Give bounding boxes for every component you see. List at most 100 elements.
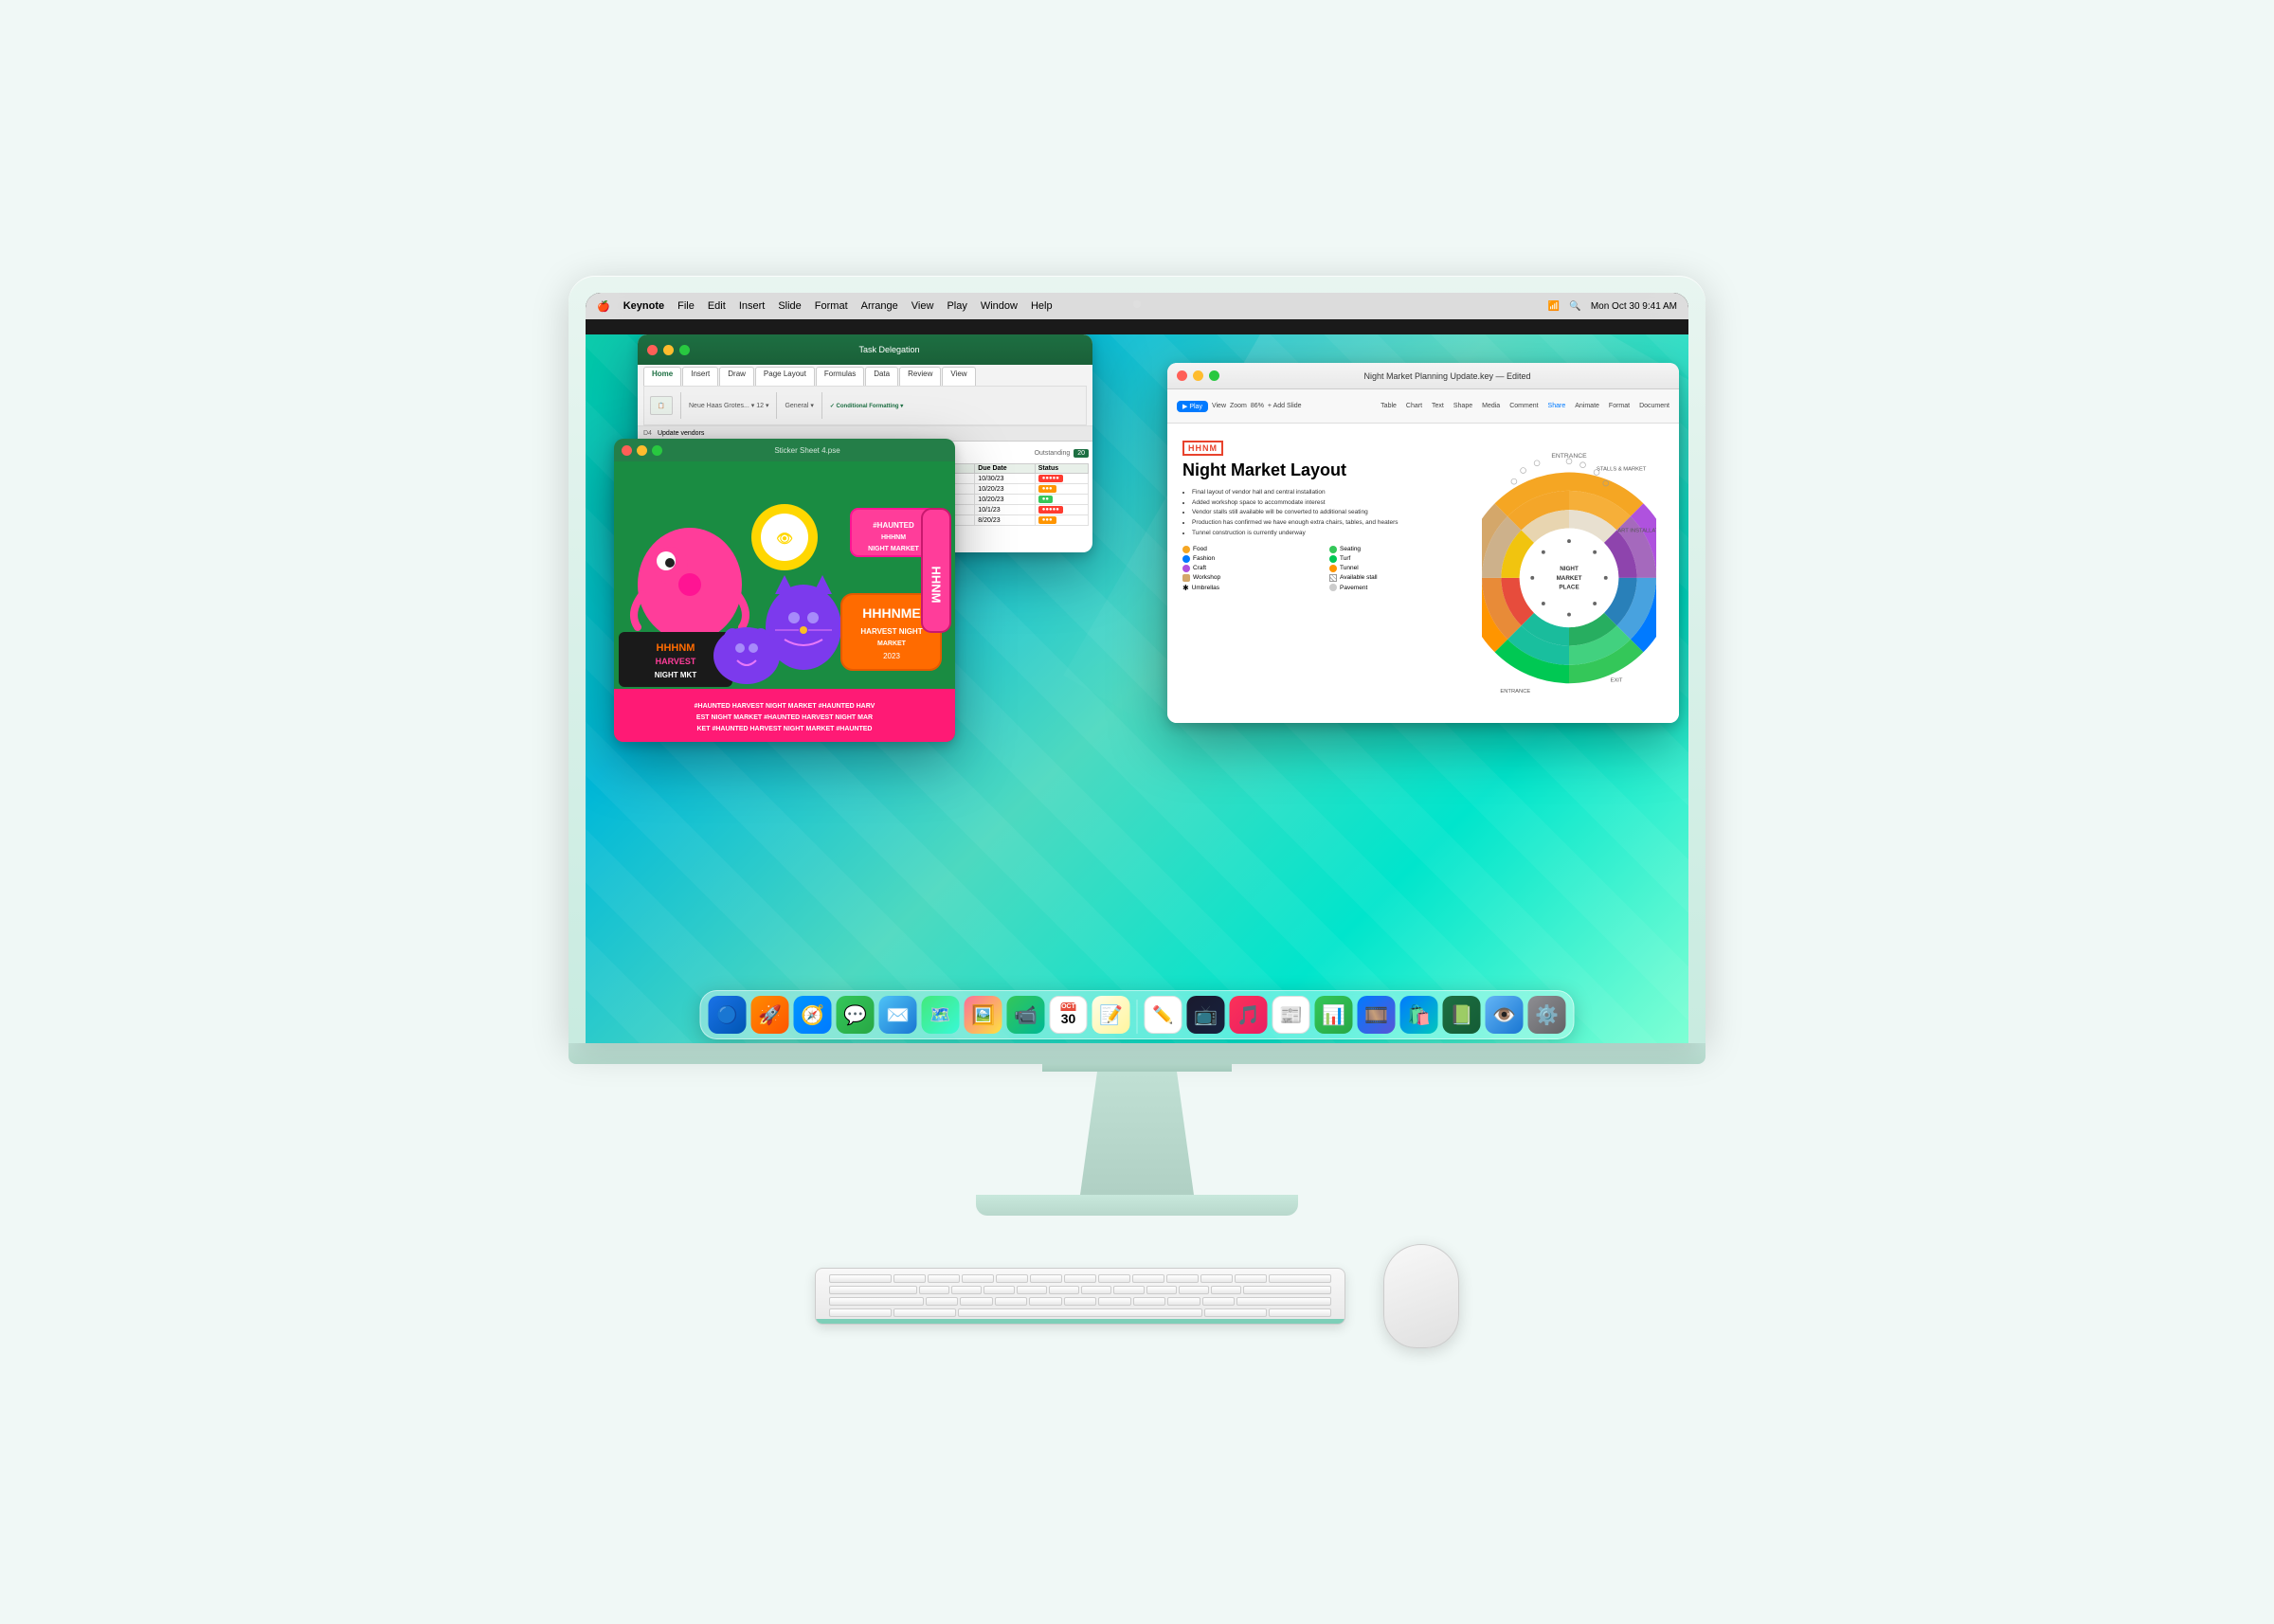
shape-tool[interactable]: Shape xyxy=(1453,403,1472,409)
keyboard[interactable] xyxy=(815,1268,1345,1325)
dock-preview[interactable]: 👁️ xyxy=(1486,996,1524,1034)
dock-calendar[interactable]: OCT 30 xyxy=(1050,996,1088,1034)
key[interactable] xyxy=(1167,1297,1200,1306)
close-button[interactable] xyxy=(1177,370,1187,381)
keynote-window[interactable]: Night Market Planning Update.key — Edite… xyxy=(1167,363,1679,723)
dock-safari[interactable]: 🧭 xyxy=(794,996,832,1034)
key[interactable] xyxy=(1098,1274,1130,1283)
key[interactable] xyxy=(1166,1274,1199,1283)
key[interactable] xyxy=(1098,1297,1131,1306)
apple-menu[interactable]: 🍎 xyxy=(597,300,610,313)
key[interactable] xyxy=(962,1274,994,1283)
spacebar[interactable] xyxy=(958,1308,1202,1317)
key[interactable] xyxy=(829,1297,924,1306)
excel-tab-view[interactable]: View xyxy=(942,367,975,386)
dock-freeform[interactable]: ✏️ xyxy=(1145,996,1182,1034)
search-icon[interactable]: 🔍 xyxy=(1569,301,1580,312)
key[interactable] xyxy=(1243,1286,1331,1294)
key[interactable] xyxy=(1200,1274,1233,1283)
key[interactable] xyxy=(1204,1308,1267,1317)
add-slide-button[interactable]: + Add Slide xyxy=(1268,403,1302,409)
excel-tab-draw[interactable]: Draw xyxy=(719,367,754,386)
key[interactable] xyxy=(1064,1274,1096,1283)
key[interactable] xyxy=(996,1274,1028,1283)
menu-file[interactable]: File xyxy=(677,300,695,312)
document-tool[interactable]: Document xyxy=(1639,403,1669,409)
dock-facetime[interactable]: 📹 xyxy=(1007,996,1045,1034)
key[interactable] xyxy=(1269,1308,1331,1317)
animate-tool[interactable]: Animate xyxy=(1575,403,1599,409)
mouse[interactable] xyxy=(1383,1244,1459,1348)
key[interactable] xyxy=(951,1286,982,1294)
minimize-button[interactable] xyxy=(1193,370,1203,381)
media-tool[interactable]: Media xyxy=(1482,403,1500,409)
app-name[interactable]: Keynote xyxy=(623,300,664,312)
menu-insert[interactable]: Insert xyxy=(739,300,766,312)
key[interactable] xyxy=(1179,1286,1209,1294)
view-button[interactable]: View xyxy=(1212,403,1226,409)
dock-numbers[interactable]: 📊 xyxy=(1315,996,1353,1034)
excel-tab-review[interactable]: Review xyxy=(899,367,941,386)
excel-tab-data[interactable]: Data xyxy=(865,367,898,386)
excel-tab-insert[interactable]: Insert xyxy=(682,367,718,386)
maximize-button[interactable] xyxy=(679,345,690,355)
comment-tool[interactable]: Comment xyxy=(1509,403,1538,409)
excel-tab-home[interactable]: Home xyxy=(643,367,681,386)
dock-mail[interactable]: ✉️ xyxy=(879,996,917,1034)
key[interactable] xyxy=(1064,1297,1097,1306)
key[interactable] xyxy=(893,1274,926,1283)
dock-systemprefs[interactable]: ⚙️ xyxy=(1528,996,1566,1034)
key[interactable] xyxy=(1235,1274,1267,1283)
key[interactable] xyxy=(928,1274,960,1283)
key[interactable] xyxy=(1017,1286,1047,1294)
key[interactable] xyxy=(1113,1286,1144,1294)
dock-notes[interactable]: 📝 xyxy=(1092,996,1130,1034)
key[interactable] xyxy=(1081,1286,1111,1294)
key[interactable] xyxy=(960,1297,993,1306)
menu-format[interactable]: Format xyxy=(815,300,848,312)
text-tool[interactable]: Text xyxy=(1432,403,1444,409)
key[interactable] xyxy=(919,1286,949,1294)
dock-launchpad[interactable]: 🚀 xyxy=(751,996,789,1034)
dock-messages[interactable]: 💬 xyxy=(837,996,875,1034)
maximize-button[interactable] xyxy=(1209,370,1219,381)
key[interactable] xyxy=(1030,1274,1062,1283)
minimize-button[interactable] xyxy=(663,345,674,355)
menu-arrange[interactable]: Arrange xyxy=(861,300,898,312)
play-button[interactable]: ▶ Play xyxy=(1177,401,1208,412)
excel-tab-formulas[interactable]: Formulas xyxy=(816,367,864,386)
key[interactable] xyxy=(1269,1274,1331,1283)
menu-edit[interactable]: Edit xyxy=(708,300,726,312)
maximize-button[interactable] xyxy=(652,445,662,456)
menu-help[interactable]: Help xyxy=(1031,300,1053,312)
key[interactable] xyxy=(984,1286,1014,1294)
close-button[interactable] xyxy=(622,445,632,456)
key[interactable] xyxy=(829,1308,892,1317)
key[interactable] xyxy=(1049,1286,1079,1294)
dock-photos[interactable]: 🖼️ xyxy=(965,996,1002,1034)
key[interactable] xyxy=(893,1308,956,1317)
key[interactable] xyxy=(829,1274,892,1283)
dock-maps[interactable]: 🗺️ xyxy=(922,996,960,1034)
key[interactable] xyxy=(995,1297,1028,1306)
dock-appstore[interactable]: 🛍️ xyxy=(1400,996,1438,1034)
menu-slide[interactable]: Slide xyxy=(778,300,801,312)
key[interactable] xyxy=(829,1286,917,1294)
key[interactable] xyxy=(1133,1297,1166,1306)
menu-view[interactable]: View xyxy=(911,300,934,312)
sticker-window[interactable]: Sticker Sheet 4.pse xyxy=(614,439,955,742)
excel-tab-pagelayout[interactable]: Page Layout xyxy=(755,367,815,386)
format-tool[interactable]: Format xyxy=(1609,403,1630,409)
key[interactable] xyxy=(1236,1297,1331,1306)
menu-window[interactable]: Window xyxy=(981,300,1018,312)
dock-music[interactable]: 🎵 xyxy=(1230,996,1268,1034)
menu-play[interactable]: Play xyxy=(947,300,966,312)
key[interactable] xyxy=(1029,1297,1062,1306)
dock-news[interactable]: 📰 xyxy=(1272,996,1310,1034)
share-button[interactable]: Share xyxy=(1548,403,1566,409)
dock-appletv[interactable]: 📺 xyxy=(1187,996,1225,1034)
minimize-button[interactable] xyxy=(637,445,647,456)
key[interactable] xyxy=(1132,1274,1164,1283)
dock-keynote[interactable]: 🎞️ xyxy=(1358,996,1396,1034)
dock-excel[interactable]: 📗 xyxy=(1443,996,1481,1034)
